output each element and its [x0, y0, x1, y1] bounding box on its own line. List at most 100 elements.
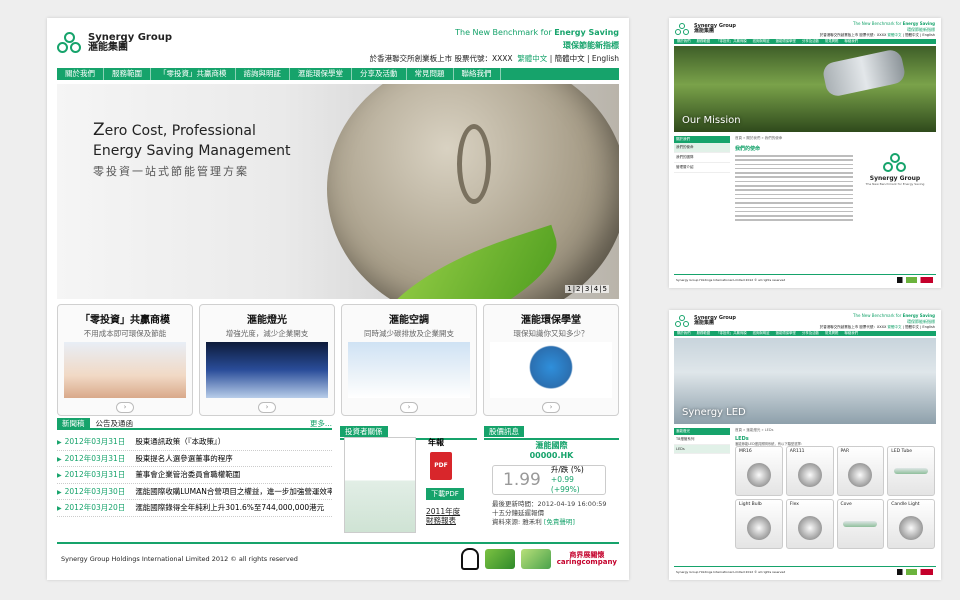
news-item[interactable]: ▶ 2012年03月31日 董事會企業管治委員會職權範圍 [57, 467, 332, 484]
partner-logos [897, 569, 933, 575]
main-nav: 關於我們 服務範圍 「零投資」共贏商模 諮詢與明証 滙能環保學堂 分享及活動 常見問題 聯絡我… [674, 39, 936, 44]
lang-simplified[interactable]: 簡體中文 [555, 54, 585, 63]
nav-faq[interactable]: 常見問題 [407, 68, 454, 80]
logo-circles-icon [675, 315, 689, 327]
product-card-par[interactable]: PAR [836, 446, 885, 496]
feature-desc: 增強光度，減少企業開支 [225, 329, 309, 338]
product-card-candle-light[interactable]: Candle Light [887, 499, 935, 549]
tab-announcements[interactable]: 公告及通函 [90, 418, 140, 429]
product-card-ar111[interactable]: AR111 [785, 446, 834, 496]
bullet-icon: ▶ [57, 439, 62, 446]
bulb-image [899, 516, 924, 540]
brand-logo[interactable]: Synergy Group 滙能集團 [57, 32, 172, 54]
disclaimer-link[interactable]: [免責聲明] [544, 518, 575, 526]
feature-title: 「零投資」共贏商模 [80, 315, 170, 326]
news-item[interactable]: ▶ 2012年03月31日 股東通訊政策（『本政策』） [57, 434, 332, 451]
news-item[interactable]: ▶ 2012年03月20日 滙能國際錄得全年純利上升301.6%至744,000,0… [57, 500, 332, 517]
nav-contact[interactable]: 聯絡我們 [454, 68, 501, 80]
wwf-panda-icon[interactable] [460, 548, 479, 570]
tagline-zh: 環保節能新指標 [563, 41, 619, 50]
product-card-light-bulb[interactable]: Light Bulb [735, 499, 783, 549]
nav-consulting[interactable]: 諮詢與明証 [236, 68, 290, 80]
bulb-image [797, 516, 822, 540]
download-pdf-button[interactable]: 下載PDF [426, 488, 464, 500]
brand-badge: Synergy Group The New Benchmark for Ener… [863, 153, 927, 186]
logo-circles-icon [675, 23, 689, 35]
pager-3[interactable]: 3 [585, 285, 589, 293]
partner-logos [897, 277, 933, 283]
stock-quote-box: 1.99 升/跌 (%) +0.99 (+99%) [492, 465, 606, 495]
listing-info: 於香港聯交所創業板上市 股票代號：XXXX 繁體中文 | 簡體中文 | Engl… [369, 54, 619, 63]
nav-services[interactable]: 服務範圍 [104, 68, 151, 80]
caring-company-logo[interactable]: 商界展關懷 caringcompany [557, 552, 617, 566]
brand-logo[interactable]: Synergy Group 滙能集團 [675, 315, 736, 327]
nav-about[interactable]: 關於我們 [57, 68, 104, 80]
footer: Synergy Group Holdings International Lim… [674, 566, 936, 576]
pager-2[interactable]: 2 [576, 285, 580, 293]
city-lights-image [206, 342, 328, 398]
watering-can-image [821, 48, 907, 98]
bulb-image [797, 463, 822, 487]
feature-title: 滙能燈光 [247, 315, 287, 326]
bulb-image [746, 516, 771, 540]
nav-events[interactable]: 分享及活動 [352, 68, 407, 80]
brand-logo[interactable]: Synergy Group 滙能集團 [675, 23, 736, 35]
bullet-icon: ▶ [57, 488, 62, 496]
nav-academy[interactable]: 滙能環保學堂 [290, 68, 352, 80]
stock-heading: 股價訊息 [484, 426, 524, 437]
nav-zero-investment[interactable]: 「零投資」共贏商模 [151, 68, 236, 80]
hero-subtitle: 零投資一站式節能管理方案 [93, 165, 249, 178]
banner-caption: Our Mission [682, 115, 741, 126]
feature-card-aircon[interactable]: 滙能空調 同時減少碳排放及企業開支 › [341, 304, 477, 416]
lang-english[interactable]: English [592, 54, 619, 63]
product-card-mr16[interactable]: MR16 [735, 446, 783, 496]
investor-relations-panel: 投資者關係 年報 PDF 下載PDF 2011年度 財務報表 [340, 419, 477, 533]
product-card-flex[interactable]: Flex [785, 499, 834, 549]
copyright: Synergy Group Holdings International Lim… [61, 555, 298, 563]
lang-traditional[interactable]: 繁體中文 [517, 54, 547, 63]
report-name-link[interactable]: 2011年度 財務報表 [426, 507, 460, 525]
feature-desc: 同時減少碳排放及企業開支 [364, 329, 454, 338]
eco-leaf-logo[interactable] [520, 549, 551, 569]
product-card-led-tube[interactable]: LED Tube [887, 446, 935, 496]
side-item[interactable]: 我們的團隊 [674, 153, 730, 163]
news-item[interactable]: ▶ 2012年03月31日 股東提名人選參選董事的程序 [57, 451, 332, 467]
feature-desc: 不用成本即可環保及節能 [83, 329, 167, 338]
led-banner: Synergy LED [674, 338, 936, 424]
bulb-image [848, 463, 873, 487]
tagline: The New Benchmark for Energy Saving 環保節能… [853, 21, 935, 32]
feature-card-zero-investment[interactable]: 「零投資」共贏商模 不用成本即可環保及節能 › [57, 304, 193, 416]
tab-press-release[interactable]: 新聞稿 [57, 418, 90, 429]
pdf-icon[interactable]: PDF [430, 452, 452, 480]
news-item[interactable]: ▶ 2012年03月30日 滙能國際收購LUMAN合營項目之權益，進一步加強營運效率 [57, 484, 332, 500]
pager-5[interactable]: 5 [603, 285, 607, 293]
pager-1[interactable]: 1 [567, 285, 571, 293]
product-card-cove[interactable]: Cove [836, 499, 885, 549]
news-panel: 新聞稿 公告及通函 更多... ▶ 2012年03月31日 股東通訊政策（『本政策』… [57, 418, 332, 517]
annual-report-cover[interactable] [344, 437, 416, 533]
side-menu: 關於我們 我們的使命 我們的團隊 管理層介紹 [674, 136, 730, 173]
feature-more-icon[interactable]: › [542, 402, 560, 413]
stock-price: 1.99 [503, 470, 541, 490]
page-title: 我們的使命 [735, 146, 761, 152]
breadcrumb: 首頁 » 關於我們 » 我們的使命 [735, 136, 783, 140]
feature-more-icon[interactable]: › [116, 402, 134, 413]
feature-card-lighting[interactable]: 滙能燈光 增強光度，減少企業開支 › [199, 304, 335, 416]
mission-banner: Our Mission [674, 46, 936, 132]
bullet-icon: ▶ [57, 472, 62, 479]
green-partner-logo[interactable] [484, 549, 515, 569]
news-more-link[interactable]: 更多... [310, 418, 332, 429]
side-item[interactable]: LEDs [674, 445, 730, 454]
tube-image [843, 521, 878, 527]
feature-card-academy[interactable]: 滙能環保學堂 環保知識你又知多少？ › [483, 304, 619, 416]
partner-logos: 商界展關懷 caringcompany [460, 548, 617, 570]
feature-title: 滙能環保學堂 [521, 315, 581, 326]
side-item[interactable]: T8燈管系列 [674, 435, 730, 445]
side-item[interactable]: 我們的使命 [674, 143, 730, 153]
pager-4[interactable]: 4 [594, 285, 598, 293]
language-switcher: 繁體中文 | 簡體中文 | English [517, 54, 619, 63]
feature-more-icon[interactable]: › [400, 402, 418, 413]
feature-more-icon[interactable]: › [258, 402, 276, 413]
side-item[interactable]: 管理層介紹 [674, 163, 730, 173]
mission-page-preview: Synergy Group 滙能集團 The New Benchmark for… [669, 18, 941, 288]
